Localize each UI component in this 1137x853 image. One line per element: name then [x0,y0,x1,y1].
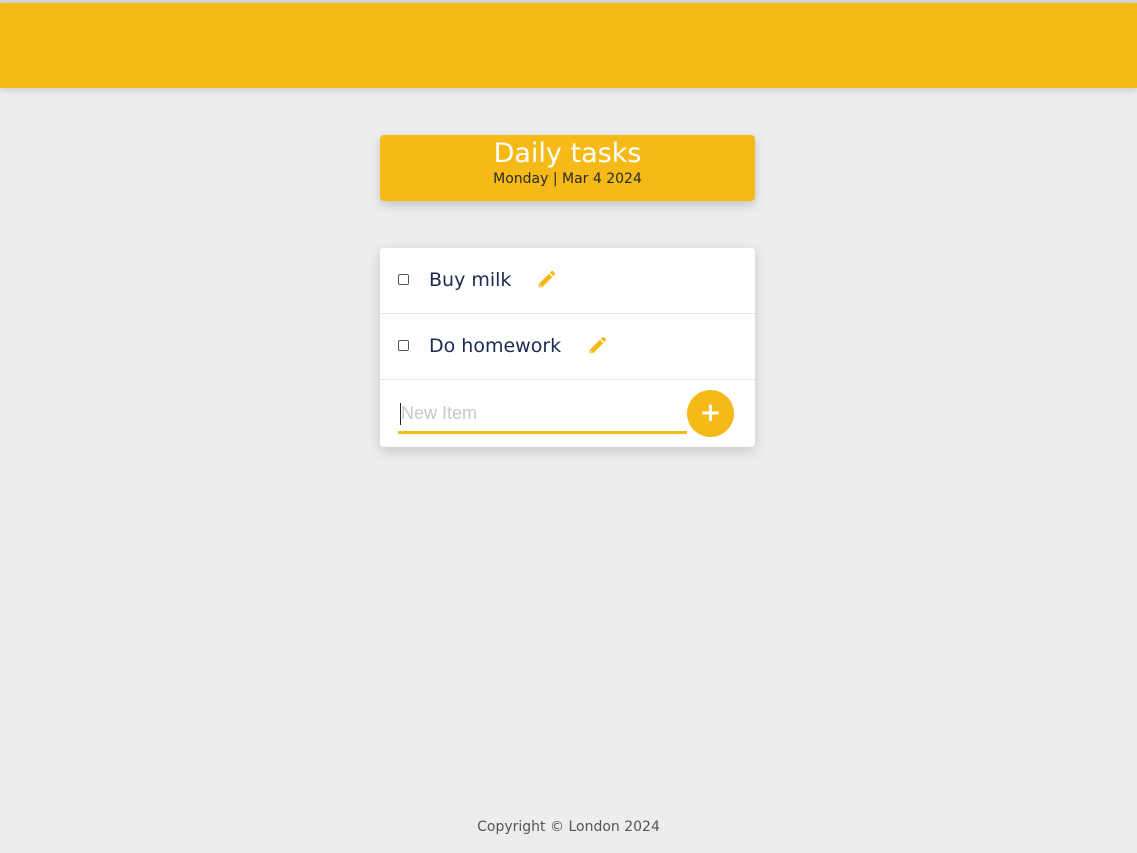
footer: Copyright © London 2024 [0,819,1137,835]
pencil-icon[interactable] [536,268,558,290]
new-item-row: + [380,380,755,446]
item-checkbox[interactable] [398,340,409,351]
todo-list-card: Buy milk Do homework + [380,248,755,447]
heading-box: Daily tasks Monday | Mar 4 2024 [380,135,755,201]
pencil-icon[interactable] [587,334,609,356]
item-label: Do homework [429,335,562,357]
copyright-text: Copyright © London 2024 [477,819,660,835]
text-caret [400,403,401,425]
add-item-button[interactable]: + [687,390,734,437]
list-item: Do homework [380,314,755,380]
list-item: Buy milk [380,248,755,314]
item-checkbox[interactable] [398,274,409,285]
item-label: Buy milk [429,269,512,291]
new-item-input[interactable] [398,396,687,434]
top-bar [0,3,1137,88]
page-title: Daily tasks [493,138,642,169]
date-label: Monday | Mar 4 2024 [493,171,642,187]
